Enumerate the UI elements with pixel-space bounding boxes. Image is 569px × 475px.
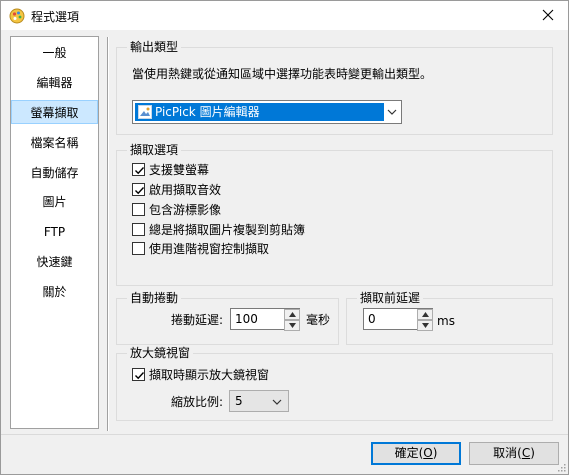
output-type-value: PicPick 圖片編輯器 [155, 105, 260, 119]
dual-monitor-checkbox[interactable] [132, 163, 145, 176]
ok-button-accesskey: O [423, 446, 433, 460]
sidebar-item-editor[interactable]: 編輯器 [11, 71, 98, 95]
sidebar-item-capture[interactable]: 螢幕擷取 [11, 100, 98, 124]
sidebar-item-about[interactable]: 關於 [11, 280, 98, 304]
include-cursor-label: 包含游標影像 [149, 203, 222, 217]
sidebar-item-image[interactable]: 圖片 [11, 190, 98, 214]
output-type-select[interactable]: PicPick 圖片編輯器 [132, 100, 402, 124]
title-bar: 程式選項 [1, 1, 568, 30]
magnifier-legend: 放大鏡視窗 [127, 346, 194, 360]
triangle-up-icon [289, 312, 296, 317]
pre-capture-delay-value: 0 [368, 312, 376, 326]
copy-clipboard-label: 總是將擷取圖片複製到剪貼簿 [149, 223, 306, 237]
pre-capture-delay-unit: ms [437, 314, 455, 328]
output-type-legend: 輸出類型 [127, 40, 182, 54]
sidebar-item-filename[interactable]: 檔案名稱 [11, 131, 98, 155]
advanced-window-checkbox[interactable] [132, 242, 145, 255]
scroll-delay-value: 100 [235, 312, 258, 326]
capture-sound-label: 啟用擷取音效 [149, 183, 222, 197]
checkmark-icon [135, 167, 145, 175]
pre-capture-delay-up-button[interactable] [417, 309, 433, 320]
dual-monitor-label: 支援雙螢幕 [149, 163, 210, 177]
checkmark-icon [135, 187, 145, 195]
scroll-delay-spinner [284, 309, 300, 331]
cancel-button-accesskey: C [521, 446, 531, 460]
zoom-ratio-label: 縮放比例: [171, 395, 224, 409]
sidebar-item-autosave[interactable]: 自動儲存 [11, 161, 98, 185]
divider [107, 37, 109, 431]
chevron-down-icon [387, 109, 397, 115]
pre-capture-delay-legend: 擷取前延遲 [357, 291, 424, 305]
ok-button-label: 確定 [394, 446, 419, 460]
show-magnifier-label: 擷取時顯示放大鏡視窗 [149, 368, 270, 382]
scroll-delay-up-button[interactable] [284, 309, 300, 320]
image-editor-icon [138, 105, 152, 119]
show-magnifier-checkbox[interactable] [132, 368, 145, 381]
window-title: 程式選項 [31, 10, 80, 24]
scroll-delay-unit: 毫秒 [306, 313, 331, 327]
capture-options-legend: 擷取選項 [127, 143, 182, 157]
zoom-ratio-value: 5 [235, 394, 243, 408]
options-dialog: 程式選項 一般 編輯器 螢幕擷取 檔案名稱 自動儲存 圖片 FTP 快速鍵 關於… [0, 0, 569, 475]
triangle-down-icon [289, 323, 296, 328]
pre-capture-delay-input[interactable]: 0 [363, 308, 433, 331]
pre-capture-delay-down-button[interactable] [417, 320, 433, 331]
category-list: 一般 編輯器 螢幕擷取 檔案名稱 自動儲存 圖片 FTP 快速鍵 關於 [10, 36, 99, 429]
scroll-delay-input[interactable]: 100 [230, 308, 300, 331]
close-icon [542, 9, 554, 21]
triangle-up-icon [422, 312, 429, 317]
sidebar-item-general[interactable]: 一般 [11, 41, 98, 65]
auto-scroll-legend: 自動捲動 [127, 291, 182, 305]
sidebar-item-hotkeys[interactable]: 快速鍵 [11, 250, 98, 274]
cancel-button[interactable]: 取消(C) [469, 442, 559, 465]
scroll-delay-down-button[interactable] [284, 320, 300, 331]
close-button[interactable] [536, 4, 560, 26]
sidebar-item-ftp[interactable]: FTP [11, 220, 98, 244]
app-icon [9, 8, 25, 24]
copy-clipboard-checkbox[interactable] [132, 223, 145, 236]
output-type-description: 當使用熱鍵或從通知區域中選擇功能表時變更輸出類型。 [132, 67, 433, 81]
magnifier-group: 放大鏡視窗 [116, 346, 553, 421]
zoom-ratio-select[interactable]: 5 [229, 390, 289, 412]
checkmark-icon [135, 372, 145, 380]
scroll-delay-label: 捲動延遲: [171, 313, 224, 327]
pre-capture-delay-spinner [417, 309, 433, 331]
cancel-button-label: 取消 [493, 446, 518, 460]
footer-divider [1, 434, 568, 435]
resize-grip-icon[interactable] [556, 462, 566, 472]
include-cursor-checkbox[interactable] [132, 203, 145, 216]
capture-sound-checkbox[interactable] [132, 183, 145, 196]
output-type-selected: PicPick 圖片編輯器 [135, 103, 384, 121]
chevron-down-icon [272, 399, 282, 405]
advanced-window-label: 使用進階視窗控制擷取 [149, 242, 270, 256]
triangle-down-icon [422, 323, 429, 328]
ok-button[interactable]: 確定(O) [371, 442, 461, 465]
